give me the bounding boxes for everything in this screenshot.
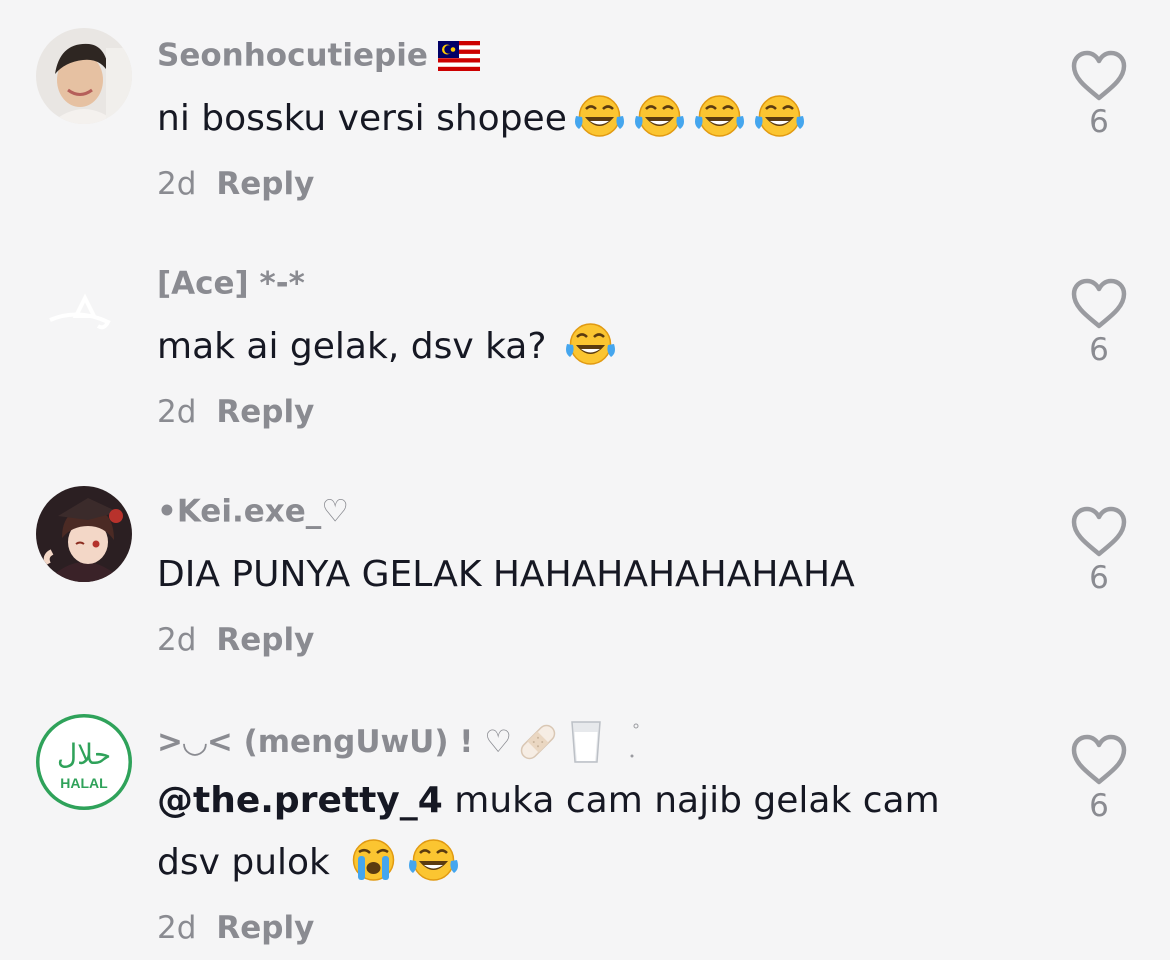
comment-age: 2d	[157, 394, 197, 430]
username[interactable]: •Kei.exe_♡	[157, 490, 349, 532]
comment-text: ni bossku versi shopee	[157, 88, 1037, 150]
username[interactable]: >◡< (mengUwU) ! ♡	[157, 718, 644, 766]
like-count: 6	[1089, 560, 1109, 596]
heart-icon	[1070, 734, 1128, 786]
reply-button[interactable]: Reply	[216, 394, 314, 430]
avatar-logo	[36, 258, 132, 354]
tears-of-joy-emoji	[406, 838, 461, 884]
comment-age: 2d	[157, 166, 197, 202]
heart-icon	[1070, 278, 1128, 330]
avatar[interactable]	[36, 258, 132, 354]
reply-button[interactable]: Reply	[216, 910, 314, 946]
halal-label: HALAL	[60, 775, 108, 791]
loudly-crying-emoji	[346, 838, 401, 884]
username[interactable]: [Ace] *-*	[157, 262, 305, 304]
like-button[interactable]: 6	[1068, 734, 1130, 824]
comment-meta: 2d Reply	[157, 620, 314, 660]
like-count: 6	[1089, 104, 1109, 140]
reply-button[interactable]: Reply	[216, 622, 314, 658]
malaysia-flag-icon	[437, 40, 480, 71]
comment-text: DIA PUNYA GELAK HAHAHAHAHAHAHA	[157, 554, 855, 595]
comment-meta: 2d Reply	[157, 392, 314, 432]
tears-of-joy-emoji	[563, 322, 618, 368]
comment-age: 2d	[157, 622, 197, 658]
tears-of-joy-emoji	[632, 94, 687, 140]
comment-age: 2d	[157, 910, 197, 946]
like-button[interactable]: 6	[1068, 506, 1130, 596]
avatar[interactable]: حلال HALAL	[36, 714, 132, 810]
like-button[interactable]: 6	[1068, 278, 1130, 368]
halal-logo: حلال HALAL	[36, 714, 132, 810]
comment-text: @the.pretty_4 muka cam najib gelak cam d…	[157, 780, 940, 884]
tears-of-joy-emoji	[752, 94, 807, 140]
bandage-icon	[520, 724, 556, 760]
username[interactable]: Seonhocutiepie	[157, 34, 480, 76]
sparkle-dots-icon	[630, 723, 639, 758]
avatar-photo	[36, 28, 132, 124]
user-mention-link[interactable]: @the.pretty_4	[157, 780, 443, 821]
avatar[interactable]	[36, 28, 132, 124]
heart-icon	[1070, 50, 1128, 102]
like-count: 6	[1089, 332, 1109, 368]
halal-arabic-text: حلال	[57, 738, 111, 771]
avatar-anime-character	[36, 486, 132, 582]
avatar[interactable]	[36, 486, 132, 582]
heart-icon	[1070, 506, 1128, 558]
reply-button[interactable]: Reply	[216, 166, 314, 202]
like-count: 6	[1089, 788, 1109, 824]
like-button[interactable]: 6	[1068, 50, 1130, 140]
tears-of-joy-emoji	[692, 94, 747, 140]
comment-meta: 2d Reply	[157, 164, 314, 204]
tears-of-joy-emoji	[572, 94, 627, 140]
comment-text: mak ai gelak, dsv ka?	[157, 316, 1037, 378]
comment-meta: 2d Reply	[157, 908, 314, 948]
milk-glass-icon	[571, 721, 601, 763]
